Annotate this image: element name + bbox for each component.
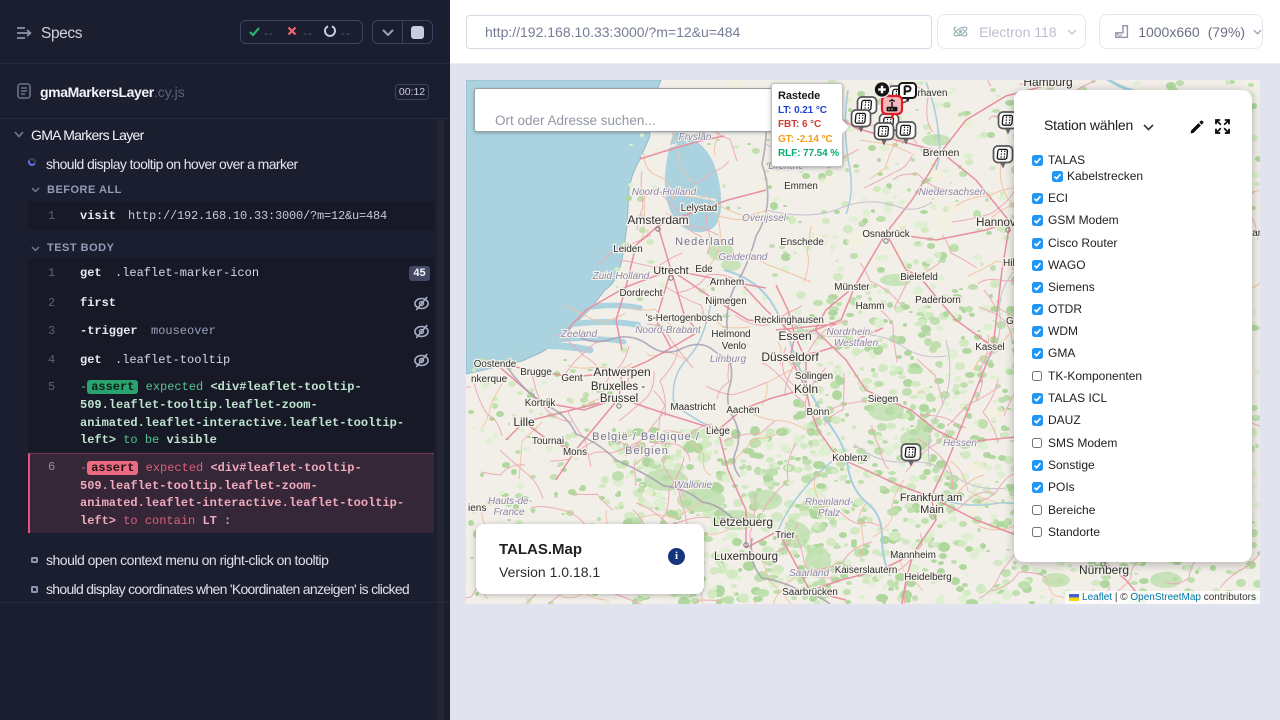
- svg-text:Frankfurt am: Frankfurt am: [900, 492, 962, 504]
- svg-text:Kaiserslautern: Kaiserslautern: [835, 565, 898, 576]
- svg-text:Tournai: Tournai: [532, 436, 564, 447]
- svg-text:Saarbrücken: Saarbrücken: [782, 587, 838, 598]
- svg-text:France: France: [493, 507, 525, 518]
- svg-text:Fryslân: Fryslân: [679, 132, 712, 143]
- svg-text:Saarland: Saarland: [789, 568, 829, 579]
- svg-text:Wallonie: Wallonie: [674, 480, 713, 491]
- svg-text:Bielefeld: Bielefeld: [900, 272, 938, 283]
- svg-text:Emmen: Emmen: [784, 181, 818, 192]
- svg-text:Overijssel: Overijssel: [742, 213, 787, 224]
- svg-text:iens: iens: [468, 503, 486, 514]
- svg-text:Leiden: Leiden: [613, 244, 642, 255]
- svg-text:Ede: Ede: [695, 264, 713, 275]
- svg-text:Gent: Gent: [561, 373, 583, 384]
- svg-text:Brugge: Brugge: [520, 367, 552, 378]
- svg-text:Trier: Trier: [775, 530, 796, 541]
- svg-text:Mannheim: Mannheim: [890, 550, 936, 561]
- svg-text:Paderborn: Paderborn: [915, 295, 961, 306]
- svg-text:Essen: Essen: [778, 329, 811, 343]
- svg-text:Enschede: Enschede: [780, 237, 824, 248]
- svg-text:Bruxelles -: Bruxelles -: [591, 381, 645, 393]
- svg-text:Lelystad: Lelystad: [681, 203, 718, 214]
- svg-text:Pfalz: Pfalz: [818, 508, 840, 519]
- svg-text:Köln: Köln: [794, 382, 818, 396]
- svg-text:Heidelberg: Heidelberg: [904, 572, 951, 583]
- svg-text:Mons: Mons: [563, 447, 587, 458]
- svg-text:Kassel: Kassel: [975, 342, 1004, 353]
- svg-text:Amsterdam: Amsterdam: [627, 213, 688, 227]
- svg-text:Gelderland: Gelderland: [719, 252, 768, 263]
- svg-text:Hamburg: Hamburg: [1023, 80, 1072, 89]
- svg-text:België / Belgique /: België / Belgique /: [592, 431, 700, 443]
- svg-text:Aachen: Aachen: [726, 405, 759, 416]
- svg-text:Antwerpen: Antwerpen: [593, 365, 650, 379]
- svg-text:Lille: Lille: [513, 415, 535, 429]
- svg-text:Belgien: Belgien: [625, 445, 669, 457]
- svg-text:Venlo: Venlo: [722, 341, 747, 352]
- svg-text:Limburg: Limburg: [710, 354, 747, 365]
- svg-text:Zuid-Holland: Zuid-Holland: [592, 271, 650, 282]
- svg-text:Helmond: Helmond: [711, 329, 750, 340]
- svg-text:Rheinland-: Rheinland-: [805, 497, 854, 508]
- svg-text:Nürnberg: Nürnberg: [1079, 563, 1129, 577]
- svg-text:Luxembourg: Luxembourg: [714, 551, 778, 563]
- svg-text:Zeeland: Zeeland: [560, 329, 598, 340]
- svg-text:Kortrijk: Kortrijk: [525, 398, 556, 409]
- svg-text:Liège: Liège: [706, 426, 731, 437]
- svg-text:Utrecht: Utrecht: [653, 265, 688, 277]
- svg-text:Siegen: Siegen: [868, 394, 899, 405]
- svg-text:Noord-Brabant: Noord-Brabant: [635, 325, 702, 336]
- svg-text:Westfalen: Westfalen: [834, 338, 879, 349]
- svg-text:'s-Hertogenbosch: 's-Hertogenbosch: [646, 313, 722, 324]
- svg-text:Hamm: Hamm: [856, 301, 885, 312]
- svg-text:Hessen: Hessen: [943, 438, 977, 449]
- svg-text:Dordrecht: Dordrecht: [619, 288, 662, 299]
- svg-text:Arnhem: Arnhem: [710, 277, 744, 288]
- svg-text:Münster: Münster: [834, 282, 870, 293]
- svg-text:Maastricht: Maastricht: [670, 402, 715, 413]
- svg-text:Nederland: Nederland: [675, 236, 735, 248]
- svg-text:Recklinghausen: Recklinghausen: [754, 315, 824, 326]
- svg-text:Nijmegen: Nijmegen: [705, 296, 746, 307]
- svg-text:Lëtzebuerg: Lëtzebuerg: [713, 515, 773, 529]
- svg-text:Bonn: Bonn: [807, 407, 830, 418]
- svg-text:Noord-Holland: Noord-Holland: [632, 187, 697, 198]
- svg-text:Main: Main: [920, 504, 944, 516]
- svg-text:Hauts-de-: Hauts-de-: [488, 496, 533, 507]
- svg-text:Düsseldorf: Düsseldorf: [761, 350, 819, 364]
- svg-text:nkerque: nkerque: [471, 374, 508, 385]
- svg-text:Solingen: Solingen: [795, 371, 833, 382]
- svg-text:Bremen: Bremen: [923, 147, 960, 159]
- svg-text:Brussel: Brussel: [600, 393, 638, 405]
- svg-text:Oostende: Oostende: [474, 359, 517, 370]
- svg-text:Koblenz: Koblenz: [832, 453, 868, 464]
- svg-text:Niedersachsen: Niedersachsen: [919, 187, 986, 198]
- svg-text:Nordrhein-: Nordrhein-: [826, 327, 874, 338]
